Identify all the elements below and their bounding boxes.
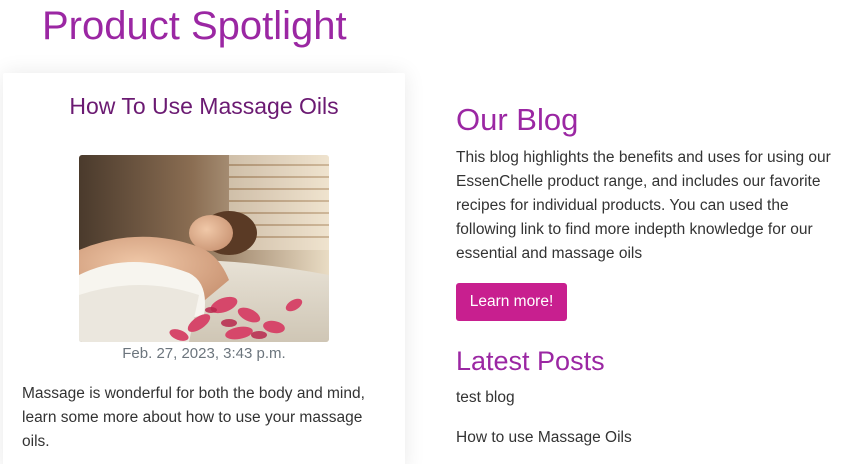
featured-post-card[interactable]: How To Use Massage Oils Feb. 27, 2023, 3… [3,73,405,464]
latest-post-link[interactable]: How to use Massage Oils [456,428,632,448]
latest-posts-heading: Latest Posts [456,346,605,376]
featured-post-title[interactable]: How To Use Massage Oils [3,91,405,121]
spotlight-heading: Product Spotlight [42,4,347,48]
blog-description: This blog highlights the benefits and us… [456,149,831,262]
featured-post-image[interactable] [79,155,329,342]
featured-post-date: Feb. 27, 2023, 3:43 p.m. [122,345,286,362]
learn-more-button[interactable]: Learn more! [456,283,567,321]
latest-post-link[interactable]: test blog [456,388,515,408]
featured-post-excerpt: Massage is wonderful for both the body a… [22,385,365,450]
blog-heading: Our Blog [456,102,579,137]
page: Product Spotlight How To Use Massage Oil… [0,0,856,464]
